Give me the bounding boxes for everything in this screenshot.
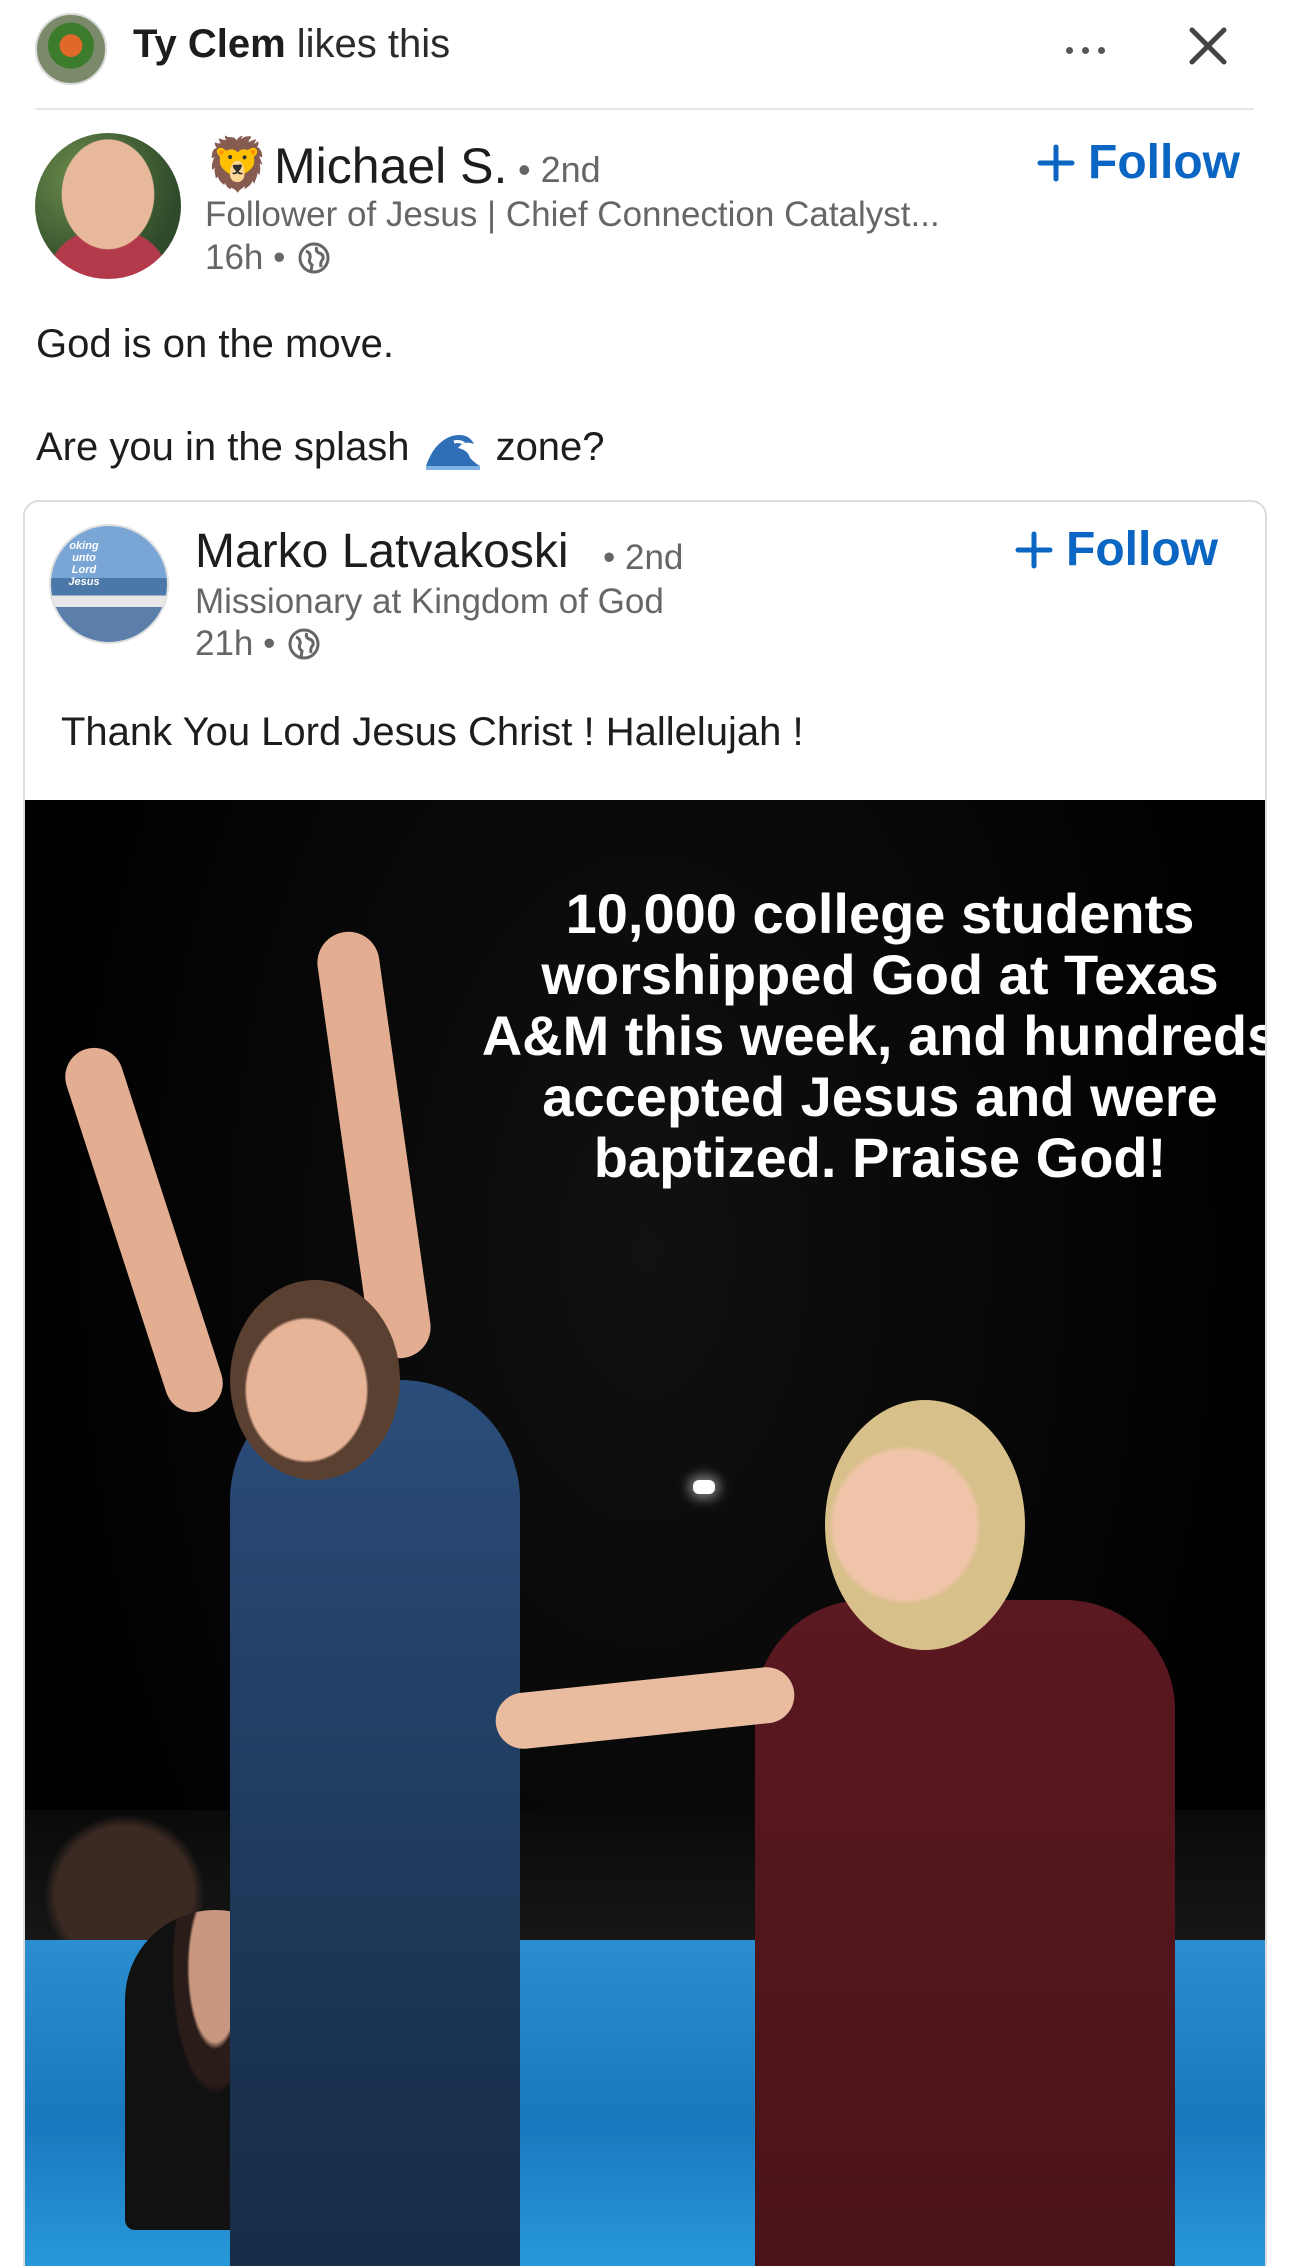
post-text-before-wave: Are you in the splash [36,424,410,469]
plus-icon [1037,144,1075,181]
plus-icon [1015,531,1053,568]
close-icon[interactable] [1180,18,1236,74]
actor-avatar[interactable] [35,13,107,85]
shared-author-name[interactable]: Marko Latvakoski [195,524,568,579]
author-avatar[interactable] [35,133,181,279]
lion-emoji: 🦁 [205,136,270,194]
post-meta: 16h • [205,238,331,278]
post-time: 16h • [205,238,286,277]
globe-icon [298,242,330,274]
linkedin-post-view: Ty Clem likes this 🦁 Michael S. • 2nd Fo… [0,0,1290,2266]
social-context-bar: Ty Clem likes this [0,0,1290,110]
more-icon[interactable] [1055,20,1115,80]
context-action: likes this [285,22,451,66]
actor-name[interactable]: Ty Clem [133,22,286,66]
shared-post-meta: 21h • [195,624,321,664]
image-person-left-head [230,1280,400,1480]
distant-light [693,1480,715,1494]
post-image[interactable]: 10,000 college students worshipped God a… [25,800,1267,2266]
divider [36,108,1254,110]
follow-label: Follow [1088,136,1240,189]
image-extended-arm [492,1664,798,1752]
social-context-text: Ty Clem likes this [133,22,450,67]
author-degree: • 2nd [518,149,601,190]
post-text-line2: Are you in the splash zone? [36,422,605,472]
image-person-right-head [825,1400,1025,1650]
shared-author-avatar[interactable]: oking unto Lord Jesus [49,524,169,644]
post-text-line1: God is on the move. [36,322,394,366]
post-text-after-wave: zone? [495,424,605,469]
shared-author-degree: • 2nd [603,538,684,577]
shared-avatar-text: oking unto Lord Jesus [68,540,100,588]
follow-label: Follow [1066,523,1218,576]
image-caption-text: 10,000 college students worshipped God a… [481,882,1267,1189]
shared-post-time: 21h • [195,624,276,663]
image-person-right [755,1600,1175,2266]
follow-button[interactable]: Follow [1036,135,1240,190]
globe-icon [288,628,320,660]
image-person-left [230,1380,520,2266]
author-headline: Follower of Jesus | Chief Connection Cat… [205,195,940,234]
image-raised-arm [57,1040,231,1420]
author-name[interactable]: Michael S. [274,137,507,195]
shared-post-card[interactable]: oking unto Lord Jesus Marko Latvakoski •… [23,500,1267,2266]
shared-author-headline: Missionary at Kingdom of God [195,582,664,621]
wave-icon [425,435,480,470]
shared-post-text: Thank You Lord Jesus Christ ! Hallelujah… [61,710,804,754]
shared-follow-button[interactable]: Follow [1014,522,1218,577]
